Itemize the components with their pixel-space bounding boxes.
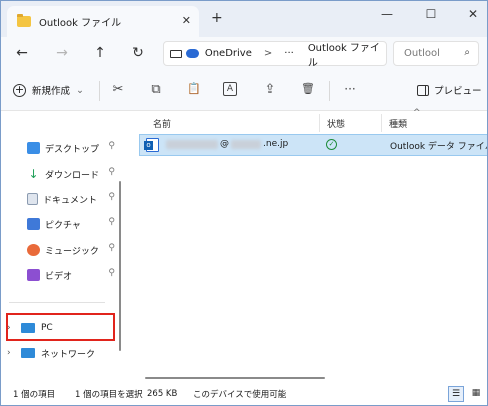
forward-button[interactable]: →	[53, 45, 71, 61]
sidebar-scrollbar[interactable]	[119, 181, 121, 351]
breadcrumb-separator[interactable]: >	[264, 48, 272, 59]
preview-label: プレビュー	[434, 86, 482, 97]
desktop-icon	[27, 142, 40, 154]
file-list: 名前 状態 種類 ^ @ .ne.jp ✓ Outlook データ ファイル	[137, 108, 488, 382]
availability-status: このデバイスで使用可能	[193, 390, 287, 400]
delete-icon[interactable]: 🗑	[299, 82, 317, 95]
music-icon	[27, 244, 40, 256]
sidebar-item-label: ビデオ	[45, 271, 73, 282]
preview-pane-icon	[417, 84, 429, 96]
rename-icon[interactable]: A	[223, 82, 237, 96]
maximize-button[interactable]: ☐	[421, 7, 441, 21]
pin-icon: ⚲	[108, 268, 115, 278]
pin-icon: ⚲	[108, 141, 115, 151]
download-icon: ↓	[28, 167, 39, 181]
cut-icon[interactable]: ✂	[109, 82, 127, 97]
search-icon: ⌕	[464, 47, 470, 58]
plus-circle-icon: +	[13, 82, 26, 97]
selected-size: 265 KB	[147, 389, 178, 399]
refresh-button[interactable]: ↻	[129, 45, 147, 61]
toolbar-divider	[99, 81, 100, 101]
sidebar-item-network[interactable]: › ネットワーク	[7, 342, 115, 364]
sidebar-item-music[interactable]: ミュージック ⚲	[27, 239, 119, 261]
onedrive-cloud-icon	[185, 49, 199, 58]
folder-icon	[17, 14, 31, 27]
command-bar: + 新規作成 ⌄ ✂ ⧉ 📋 A ⇪ 🗑 ··· プレビュー	[1, 71, 487, 111]
document-icon	[27, 193, 38, 205]
more-options-button[interactable]: ···	[341, 82, 359, 96]
share-icon[interactable]: ⇪	[261, 82, 279, 97]
sidebar-item-label: ネットワーク	[41, 349, 96, 360]
network-icon	[21, 348, 35, 358]
sidebar-item-label: ダウンロード	[45, 170, 100, 181]
redacted-text	[231, 139, 261, 149]
sidebar-item-label: ミュージック	[45, 246, 99, 257]
column-divider	[381, 114, 382, 132]
breadcrumb-outlook-files[interactable]: Outlook ファイル	[308, 39, 386, 69]
file-type: Outlook データ ファイル	[390, 142, 488, 152]
breadcrumb-onedrive[interactable]: OneDrive	[205, 48, 252, 59]
tab-outlook-files[interactable]: Outlook ファイル ✕	[7, 6, 199, 37]
copy-icon[interactable]: ⧉	[147, 82, 165, 97]
pin-icon: ⚲	[108, 167, 115, 177]
tab-close-icon[interactable]: ✕	[182, 14, 191, 27]
details-view-button[interactable]: ☰	[448, 386, 464, 402]
sidebar-divider	[9, 302, 105, 303]
minimize-button[interactable]: —	[377, 7, 397, 21]
pin-icon: ⚲	[108, 192, 115, 202]
title-bar: Outlook ファイル ✕ + — ☐ ✕	[1, 1, 487, 37]
new-label: 新規作成	[32, 86, 71, 97]
selected-count: 1 個の項目を選択	[75, 390, 143, 400]
redacted-text	[166, 139, 218, 149]
chevron-down-icon: ⌄	[76, 84, 84, 96]
table-row[interactable]: @ .ne.jp ✓ Outlook データ ファイル	[139, 134, 488, 156]
sort-caret-icon: ^	[413, 108, 421, 118]
sidebar-item-downloads[interactable]: ↓ ダウンロード ⚲	[27, 163, 119, 185]
sidebar-item-desktop[interactable]: デスクトップ ⚲	[27, 137, 119, 159]
explorer-window: Outlook ファイル ✕ + — ☐ ✕ ← → ↑ ↻ OneDrive …	[0, 0, 488, 406]
item-count: 1 個の項目	[13, 390, 56, 400]
new-button[interactable]: + 新規作成 ⌄	[13, 83, 84, 97]
close-button[interactable]: ✕	[463, 7, 483, 21]
tab-title: Outlook ファイル	[39, 18, 122, 29]
sidebar-item-label: ピクチャ	[45, 220, 81, 231]
navigation-bar: ← → ↑ ↻ OneDrive > ··· Outlook ファイル Outl…	[1, 37, 487, 71]
new-tab-button[interactable]: +	[211, 10, 223, 26]
status-bar: 1 個の項目 1 個の項目を選択 265 KB このデバイスで使用可能 ☰ ▦	[1, 383, 487, 405]
toolbar-divider	[329, 81, 330, 101]
video-icon	[27, 269, 40, 281]
up-button[interactable]: ↑	[91, 45, 109, 61]
pictures-icon	[27, 218, 40, 230]
pin-icon: ⚲	[108, 243, 115, 253]
sidebar-item-pictures[interactable]: ピクチャ ⚲	[27, 213, 119, 235]
sync-status-icon: ✓	[326, 139, 337, 150]
address-bar[interactable]: OneDrive > ··· Outlook ファイル	[163, 39, 387, 69]
outlook-file-icon	[144, 138, 159, 152]
column-divider	[319, 114, 320, 132]
column-header-name[interactable]: 名前	[153, 114, 171, 132]
paste-icon[interactable]: 📋	[185, 82, 203, 95]
back-button[interactable]: ←	[13, 45, 31, 61]
chevron-right-icon[interactable]: ›	[7, 348, 21, 358]
column-header-status[interactable]: 状態	[327, 114, 345, 132]
sidebar-item-label: デスクトップ	[45, 144, 100, 155]
navigation-pane: デスクトップ ⚲ ↓ ダウンロード ⚲ ドキュメント ⚲ ピクチャ ⚲ ミュージ…	[1, 112, 123, 382]
preview-button[interactable]: プレビュー	[417, 83, 482, 97]
file-name: @ .ne.jp	[166, 139, 288, 149]
search-input[interactable]: Outlool	[404, 48, 440, 59]
computer-icon	[170, 49, 182, 58]
column-header-type[interactable]: 種類	[389, 114, 407, 132]
sidebar-item-videos[interactable]: ビデオ ⚲	[27, 264, 119, 286]
tiles-view-button[interactable]: ▦	[468, 386, 484, 402]
pin-icon: ⚲	[108, 217, 115, 227]
sidebar-item-documents[interactable]: ドキュメント ⚲	[27, 188, 119, 210]
search-box[interactable]: Outlool ⌕	[393, 41, 479, 66]
horizontal-scrollbar[interactable]	[145, 377, 325, 379]
pc-highlight-frame	[6, 313, 115, 341]
sidebar-item-label: ドキュメント	[43, 195, 98, 206]
breadcrumb-more[interactable]: ···	[284, 48, 294, 59]
